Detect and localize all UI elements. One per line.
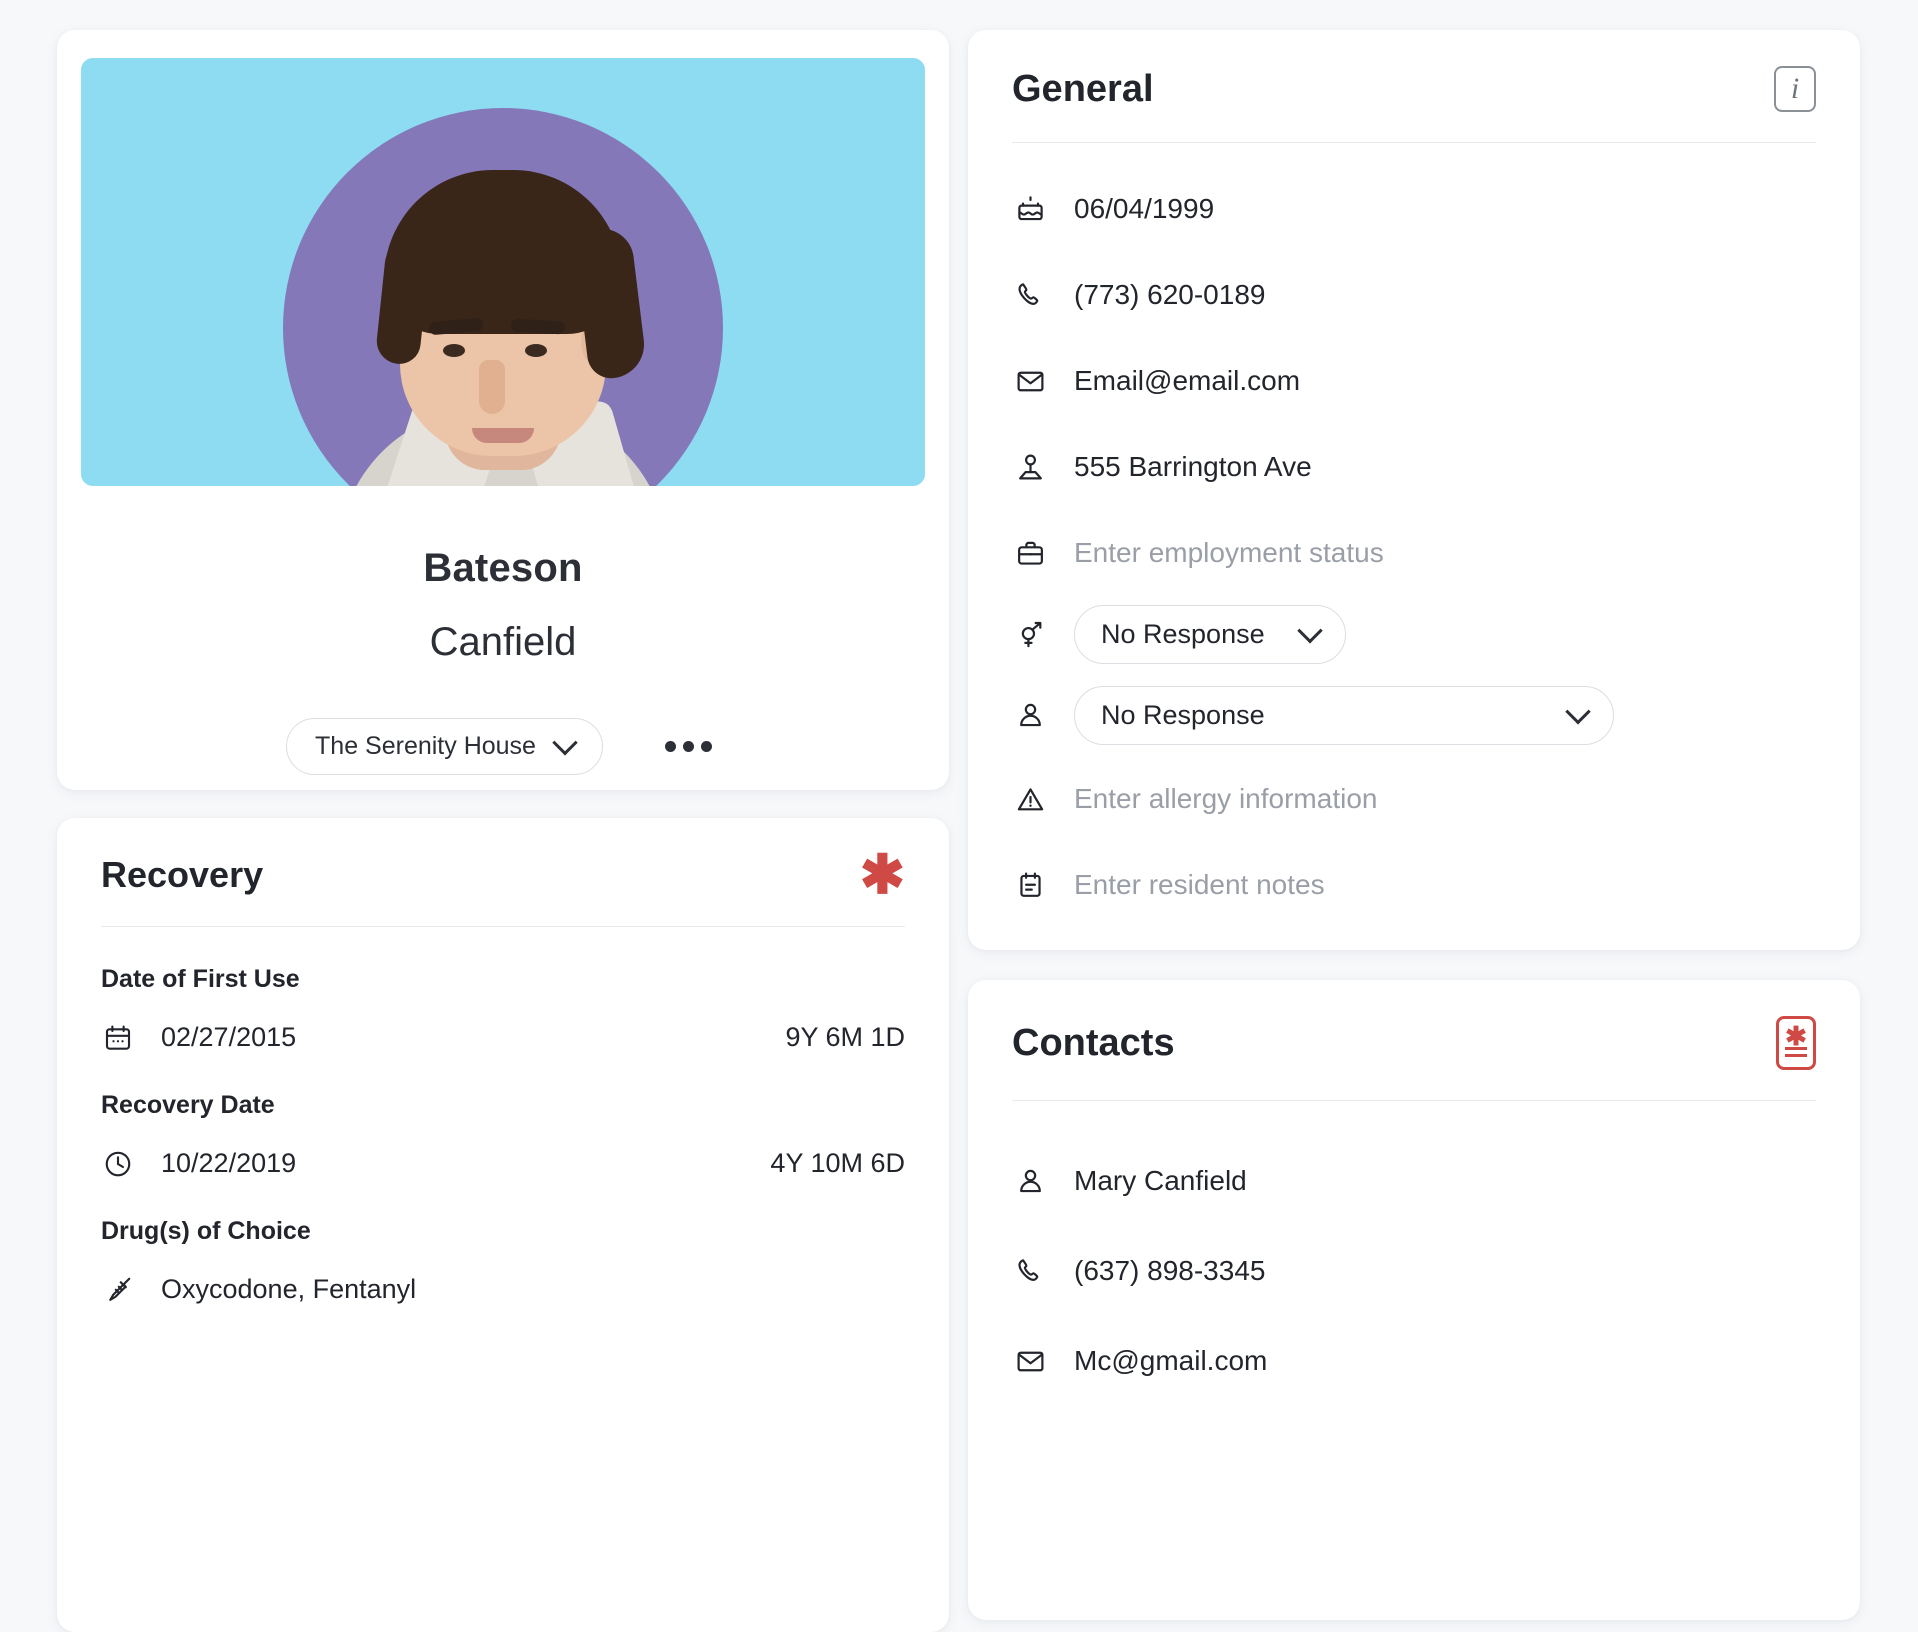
label-recovery-date: Recovery Date — [101, 1091, 275, 1119]
gender-select[interactable]: No Response — [1074, 605, 1346, 664]
house-select-value: The Serenity House — [315, 732, 536, 760]
row-phone[interactable]: (773) 620-0189 — [968, 269, 1860, 321]
value-phone: (773) 620-0189 — [1074, 279, 1266, 310]
avatar — [283, 108, 723, 486]
value-contact-phone: (637) 898-3345 — [1074, 1255, 1266, 1286]
resident-last-name: Canfield — [429, 620, 577, 664]
line-glyph — [1785, 1047, 1807, 1050]
birthday-cake-icon — [1012, 194, 1048, 225]
contact-card-required-icon[interactable]: ✱ — [1776, 1016, 1816, 1070]
chevron-down-icon — [1297, 617, 1323, 643]
more-options-button[interactable] — [657, 733, 720, 760]
general-title: General — [1012, 67, 1154, 110]
general-card: General i 06/04/1999 (773) 620-0189 Emai… — [968, 30, 1860, 950]
value-date-of-birth: 06/04/1999 — [1074, 193, 1215, 224]
gender-select-value: No Response — [1101, 619, 1265, 649]
info-icon[interactable]: i — [1774, 66, 1816, 112]
dot-icon — [700, 741, 712, 752]
recovery-card: Recovery ✱ Date of First Use 02/27/2015 … — [57, 818, 949, 1632]
envelope-icon — [1012, 366, 1048, 397]
row-email[interactable]: Email@email.com — [968, 355, 1860, 407]
envelope-icon — [1012, 1346, 1048, 1377]
dot-icon — [682, 741, 694, 752]
row-employment-status[interactable]: Enter employment status — [968, 527, 1860, 579]
pronoun-select[interactable]: No Response — [1074, 686, 1614, 745]
contacts-card: Contacts ✱ Mary Canfield (637) 898-3345 … — [968, 980, 1860, 1620]
calendar-icon — [101, 1023, 135, 1053]
value-address: 555 Barrington Ave — [1074, 451, 1312, 482]
placeholder-employment-status: Enter employment status — [1074, 537, 1384, 568]
row-date-of-birth[interactable]: 06/04/1999 — [968, 183, 1860, 235]
required-asterisk-icon: ✱ — [859, 845, 905, 905]
phone-icon — [1012, 280, 1048, 311]
value-date-of-first-use: 02/27/2015 — [161, 1022, 297, 1052]
chevron-down-icon — [552, 729, 578, 755]
avatar-portrait-illustration — [283, 108, 723, 486]
row-drugs-of-choice[interactable]: Oxycodone, Fentanyl — [57, 1274, 949, 1305]
value-recovery-date: 10/22/2019 — [161, 1148, 297, 1178]
value-contact-name: Mary Canfield — [1074, 1165, 1247, 1196]
warning-triangle-icon — [1012, 784, 1048, 815]
asterisk-glyph: ✱ — [1785, 1021, 1807, 1051]
row-contact-email[interactable]: Mc@gmail.com — [968, 1335, 1860, 1387]
recovery-header: Recovery ✱ — [57, 818, 949, 905]
row-allergy-information[interactable]: Enter allergy information — [968, 773, 1860, 825]
contacts-header: Contacts ✱ — [968, 980, 1860, 1070]
resident-profile-page: Bateson Canfield The Serenity House Reco… — [0, 0, 1918, 1632]
contacts-title: Contacts — [1012, 1021, 1175, 1064]
person-icon — [1012, 700, 1048, 731]
dot-icon — [664, 741, 676, 752]
value-contact-email: Mc@gmail.com — [1074, 1345, 1268, 1376]
gender-intersex-icon — [1012, 619, 1048, 650]
row-pronouns[interactable]: No Response — [968, 686, 1860, 745]
row-date-of-first-use[interactable]: 02/27/2015 9Y 6M 1D — [57, 1022, 949, 1053]
recovery-title: Recovery — [101, 854, 264, 895]
row-address[interactable]: 555 Barrington Ave — [968, 441, 1860, 493]
briefcase-icon — [1012, 538, 1048, 569]
resident-first-name: Bateson — [423, 546, 583, 590]
placeholder-resident-notes: Enter resident notes — [1074, 869, 1325, 900]
person-icon — [1012, 1166, 1048, 1197]
row-resident-notes[interactable]: Enter resident notes — [968, 859, 1860, 911]
value-drugs-of-choice: Oxycodone, Fentanyl — [161, 1274, 417, 1304]
profile-banner — [81, 58, 925, 486]
label-drugs-of-choice: Drug(s) of Choice — [101, 1217, 311, 1245]
row-gender[interactable]: No Response — [968, 605, 1860, 664]
label-date-of-first-use: Date of First Use — [101, 965, 300, 993]
row-contact-phone[interactable]: (637) 898-3345 — [968, 1245, 1860, 1297]
phone-icon — [1012, 1256, 1048, 1287]
profile-card: Bateson Canfield The Serenity House — [57, 30, 949, 790]
row-recovery-date[interactable]: 10/22/2019 4Y 10M 6D — [57, 1148, 949, 1179]
general-header: General i — [968, 30, 1860, 112]
house-select[interactable]: The Serenity House — [286, 718, 603, 775]
duration-since-recovery: 4Y 10M 6D — [770, 1148, 905, 1178]
placeholder-allergy-information: Enter allergy information — [1074, 783, 1378, 814]
syringe-icon — [101, 1275, 135, 1305]
line-glyph — [1785, 1054, 1807, 1057]
duration-since-first-use: 9Y 6M 1D — [785, 1022, 905, 1052]
house-row: The Serenity House — [57, 718, 949, 775]
pronoun-select-value: No Response — [1101, 700, 1265, 730]
row-contact-name[interactable]: Mary Canfield — [968, 1155, 1860, 1207]
chevron-down-icon — [1565, 698, 1591, 724]
notes-icon — [1012, 870, 1048, 901]
clock-icon — [101, 1149, 135, 1179]
divider — [101, 926, 905, 927]
value-email: Email@email.com — [1074, 365, 1301, 396]
location-pin-person-icon — [1012, 452, 1048, 483]
